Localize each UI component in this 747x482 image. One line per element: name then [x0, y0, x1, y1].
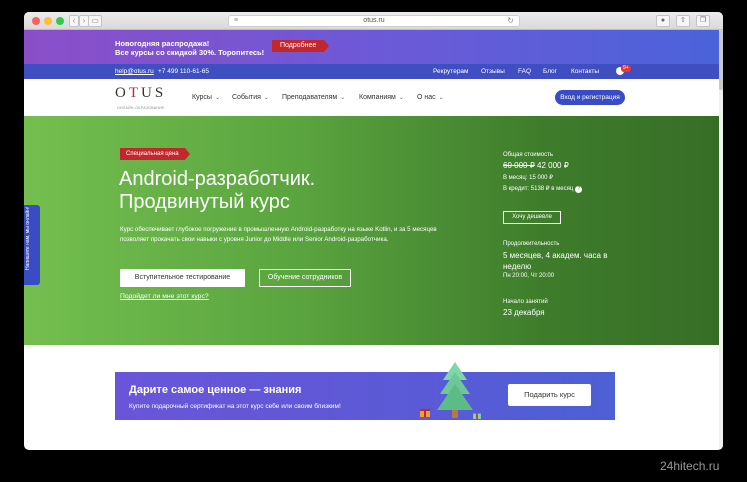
chevron-down-icon: ⌄ — [263, 95, 269, 101]
gift-box-icon — [420, 409, 430, 417]
logo-subtitle: ОНЛАЙН-ОБРАЗОВАНИЕ — [117, 106, 165, 110]
credit-price: В кредит: 5138 ₽ в месяц? — [503, 185, 583, 193]
tabs-icon[interactable]: ❐ — [696, 15, 710, 27]
reload-icon[interactable]: ↻ — [507, 16, 514, 25]
notification-badge: 9+ — [621, 65, 631, 72]
close-window-button[interactable] — [32, 17, 40, 25]
main-nav: OTUS ОНЛАЙН-ОБРАЗОВАНИЕ Курсы ⌄ События ⌄ … — [24, 79, 723, 116]
entrance-test-button[interactable]: Вступительное тестирование — [120, 269, 245, 287]
scrollbar[interactable] — [719, 30, 723, 450]
nav-courses-label: Курсы — [192, 94, 212, 101]
course-title: Android-разработчик. Продвинутый курс — [119, 168, 379, 214]
employee-training-button[interactable]: Обучение сотрудников — [259, 269, 351, 287]
new-price: 42 000 ₽ — [537, 161, 569, 170]
link-blog[interactable]: Блог — [543, 68, 557, 75]
contact-bar: help@otus.ru +7 499 110-61-65 Рекрутерам… — [24, 64, 723, 79]
promo-text: Новогодняя распродажа! Все курсы со скид… — [115, 39, 264, 57]
promo-line-2: Все курсы со скидкой 30%. Торопитесь! — [115, 48, 265, 57]
help-icon[interactable]: ? — [575, 186, 583, 193]
link-recruiters[interactable]: Рекрутерам — [433, 68, 469, 75]
promo-details-button[interactable]: Подробнее — [272, 40, 330, 52]
watermark: 24hitech.ru — [660, 459, 720, 473]
nav-about[interactable]: О нас ⌄ — [417, 94, 444, 101]
gift-course-button[interactable]: Подарить курс — [508, 384, 591, 406]
back-icon[interactable]: ‹ — [69, 15, 79, 27]
nav-events-label: События — [232, 94, 261, 101]
start-date: 23 декабря — [503, 308, 545, 317]
browser-toolbar: ‹ › ▭ ≡ otus.ru ↻ ● ⇧ ❐ — [24, 12, 723, 30]
want-cheaper-button[interactable]: Хочу дешевле — [503, 211, 561, 224]
schedule-value: Пн 20:00, Чт 20:00 — [503, 273, 555, 279]
monthly-price: В месяц: 15 000 ₽ — [503, 175, 553, 181]
special-price-tag: Специальная цена — [120, 148, 190, 160]
gift-banner: Дарите самое ценное — знания Купите пода… — [115, 362, 615, 420]
promo-banner: Новогодняя распродажа! Все курсы со скид… — [24, 30, 723, 64]
course-hero: Специальная цена Android-разработчик. Пр… — [24, 116, 719, 345]
feedback-label: Напишите нам, мы онлайн! — [25, 206, 31, 270]
nav-events[interactable]: События ⌄ — [232, 94, 269, 101]
credit-price-text: В кредит: 5138 ₽ в месяц — [503, 186, 574, 192]
promo-line-1: Новогодняя распродажа! — [115, 39, 210, 48]
browser-window: ‹ › ▭ ≡ otus.ru ↻ ● ⇧ ❐ Новогодняя распр… — [24, 12, 723, 450]
course-fit-link[interactable]: Подойдет ли мне этот курс? — [120, 293, 209, 300]
nav-companies[interactable]: Компаниям ⌄ — [359, 94, 404, 101]
nav-courses[interactable]: Курсы ⌄ — [192, 94, 220, 101]
link-contacts[interactable]: Контакты — [571, 68, 599, 75]
minimize-window-button[interactable] — [44, 17, 52, 25]
old-price: 60 000 ₽ — [503, 161, 535, 170]
duration-value: 5 месяцев, 4 академ. часа в неделю — [503, 251, 608, 271]
nav-companies-label: Компаниям — [359, 94, 396, 101]
start-label: Начало занятий — [503, 299, 548, 305]
url-text: otus.ru — [363, 17, 385, 24]
nav-about-label: О нас — [417, 94, 436, 101]
email-link[interactable]: help@otus.ru — [115, 68, 154, 75]
maximize-window-button[interactable] — [56, 17, 64, 25]
course-title-line-2: Продвинутый курс — [119, 191, 290, 213]
nav-teachers[interactable]: Преподавателям ⌄ — [282, 94, 345, 101]
chevron-down-icon: ⌄ — [438, 95, 444, 101]
chevron-down-icon: ⌄ — [340, 95, 346, 101]
link-reviews[interactable]: Отзывы — [481, 68, 505, 75]
share-icon[interactable]: ⇧ — [676, 15, 690, 27]
nav-teachers-label: Преподавателям — [282, 94, 338, 101]
chevron-down-icon: ⌄ — [398, 95, 404, 101]
chevron-down-icon: ⌄ — [214, 95, 220, 101]
price-values: 60 000 ₽ 42 000 ₽ — [503, 161, 569, 170]
price-label: Общая стоимость — [503, 152, 553, 158]
duration-label: Продолжительность — [503, 241, 560, 247]
course-title-line-1: Android-разработчик. — [119, 168, 316, 190]
gift-title: Дарите самое ценное — знания — [129, 384, 302, 396]
gift-subtitle: Купите подарочный сертификат на этот кур… — [129, 403, 341, 410]
phone-number: +7 499 110-61-65 — [158, 68, 210, 75]
download-icon[interactable]: ● — [656, 15, 670, 27]
otus-logo[interactable]: OTUS — [115, 85, 166, 102]
gift-box-icon — [473, 413, 481, 419]
login-button[interactable]: Вход и регистрация — [555, 90, 625, 105]
christmas-tree-icon — [437, 362, 473, 418]
address-bar[interactable]: ≡ otus.ru ↻ — [228, 15, 520, 27]
course-description: Курс обеспечивает глубокое погружение в … — [120, 226, 437, 243]
link-faq[interactable]: FAQ — [518, 68, 531, 75]
scroll-thumb[interactable] — [719, 30, 723, 90]
sidebar-toggle-icon[interactable]: ▭ — [88, 15, 102, 27]
